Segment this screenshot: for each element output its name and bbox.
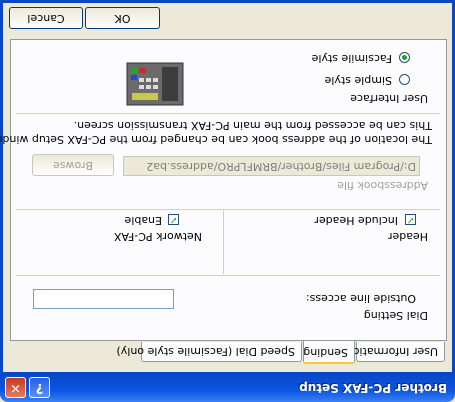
fax-machine-icon: [126, 62, 184, 106]
window-title: Brother PC-FAX Setup: [299, 381, 447, 395]
addressbook-label: Addressbook file: [337, 179, 428, 192]
title-bar[interactable]: Brother PC-FAX Setup ? ✕: [0, 372, 455, 402]
outside-line-input[interactable]: [33, 289, 174, 309]
addressbook-path: D:/Program Files/Brother/BRMFLPRO/addres…: [146, 160, 416, 173]
addressbook-path-field: D:/Program Files/Brother/BRMFLPRO/addres…: [123, 156, 420, 176]
addressbook-note-1: The location of the address book can be …: [0, 133, 432, 146]
include-header-label: Include Header: [314, 214, 398, 227]
radio-facsimile-style[interactable]: [399, 52, 410, 63]
facsimile-style-label: Facsimile style: [311, 52, 392, 65]
ok-button[interactable]: OK: [85, 7, 160, 29]
enable-label: Enable: [124, 214, 162, 227]
outside-line-label: Outside line access:: [305, 292, 416, 305]
cancel-label: Cancel: [27, 12, 65, 25]
browse-label: Browse: [52, 159, 94, 172]
cancel-button[interactable]: Cancel: [9, 7, 83, 29]
help-icon: ?: [35, 380, 44, 395]
tab-sending[interactable]: Sending: [303, 341, 355, 364]
enable-checkbox[interactable]: ✓: [168, 214, 179, 225]
radio-simple-style[interactable]: [399, 74, 410, 85]
divider: [16, 274, 440, 276]
tab-label: Sending: [303, 346, 348, 359]
dialog-window: Brother PC-FAX Setup ? ✕ User Informatio…: [0, 0, 455, 402]
header-group-label: Header: [387, 230, 428, 243]
tab-label: Speed Dial (Facsimile style only): [116, 345, 295, 358]
tab-panel: Dial Setting Outside line access: Header…: [0, 39, 447, 341]
divider-vertical: [222, 210, 224, 274]
close-button[interactable]: ✕: [5, 377, 26, 398]
checkmark-icon: ✓: [406, 214, 415, 225]
tab-speed-dial[interactable]: Speed Dial (Facsimile style only): [116, 342, 302, 362]
simple-style-label: Simple style: [324, 74, 392, 87]
tab-user-information[interactable]: User Information: [346, 342, 445, 362]
help-button[interactable]: ?: [29, 377, 50, 398]
user-interface-label: User Interface: [350, 92, 428, 105]
network-pcfax-label: Network PC-FAX: [113, 230, 202, 243]
close-icon: ✕: [10, 380, 21, 395]
checkmark-icon: ✓: [169, 214, 178, 225]
divider: [16, 208, 440, 210]
ok-label: OK: [114, 12, 131, 25]
include-header-checkbox[interactable]: ✓: [405, 214, 416, 225]
addressbook-note-2: This can be accessed from the main PC-FA…: [73, 119, 432, 132]
divider: [16, 112, 440, 114]
tab-label: User Information: [345, 345, 438, 358]
dial-setting-label: Dial Setting: [363, 309, 428, 322]
browse-button[interactable]: Browse: [32, 154, 114, 176]
